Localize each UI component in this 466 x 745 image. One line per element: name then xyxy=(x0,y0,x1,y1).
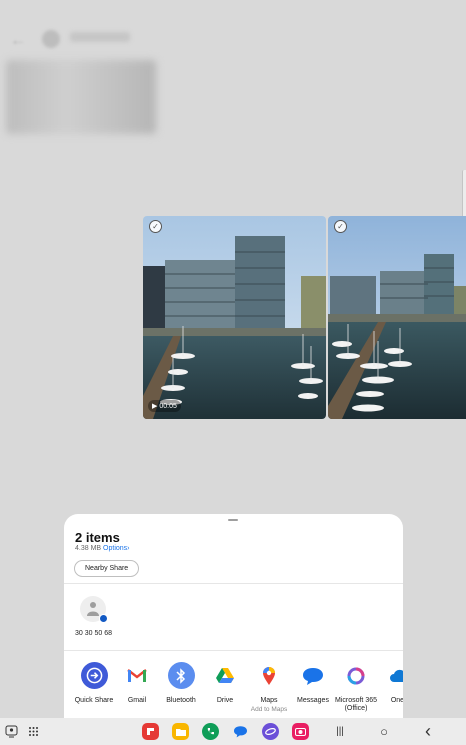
app-label: Messages xyxy=(297,697,329,704)
share-app-bluetooth[interactable]: Bluetooth xyxy=(159,662,203,705)
share-app-quick-share[interactable]: Quick Share xyxy=(72,662,116,705)
person-icon xyxy=(87,602,99,616)
selected-check-icon[interactable]: ✓ xyxy=(334,220,347,233)
app-label: OneD xyxy=(390,697,403,704)
share-app-maps[interactable]: Maps Add to Maps xyxy=(247,662,291,714)
chevron-right-icon: › xyxy=(127,545,130,552)
flipboard-icon[interactable] xyxy=(142,723,159,740)
share-sheet: 2 items 4.38 MB Options› Nearby Share 30… xyxy=(64,514,403,745)
selected-check-icon[interactable]: ✓ xyxy=(149,220,162,233)
app-label: Maps xyxy=(260,697,278,704)
video-duration: ▶ 00:05 xyxy=(148,400,181,412)
navigation-bar: ||| ○ ‹ xyxy=(0,718,466,745)
onedrive-icon xyxy=(386,662,403,689)
app-label: Bluetooth xyxy=(166,697,196,704)
harbor-photo xyxy=(143,216,326,419)
messages-icon[interactable] xyxy=(232,723,249,740)
blurred-content xyxy=(6,60,156,134)
blurred-title xyxy=(70,32,130,42)
bluetooth-icon xyxy=(167,662,195,689)
harbor-photo xyxy=(328,216,466,419)
share-app-drive[interactable]: Drive xyxy=(203,662,247,705)
nearby-share-button[interactable]: Nearby Share xyxy=(74,560,140,577)
divider xyxy=(64,650,403,651)
options-link[interactable]: Options› xyxy=(103,545,129,552)
divider xyxy=(64,583,403,584)
microsoft-365-icon xyxy=(342,662,370,689)
maps-icon xyxy=(255,662,283,689)
contact-name: 30 30 50 68 xyxy=(75,630,112,637)
back-arrow-icon: ← xyxy=(10,32,26,49)
app-label: Gmail xyxy=(127,697,147,704)
drive-icon xyxy=(211,662,239,689)
file-size: 4.38 MB xyxy=(75,545,102,552)
gmail-icon xyxy=(123,662,151,689)
phone-icon[interactable] xyxy=(202,723,219,740)
camera-icon[interactable] xyxy=(292,723,309,740)
back-button[interactable]: ‹ xyxy=(418,721,438,741)
share-app-messages[interactable]: Messages xyxy=(291,662,335,705)
share-app-row: Quick Share Gmail Bluetooth Drive Maps A… xyxy=(64,662,403,722)
home-button[interactable]: ○ xyxy=(374,722,394,740)
app-label: Microsoft 365 (Office) xyxy=(334,697,378,712)
avatar xyxy=(42,30,60,48)
app-sublabel: Add to Maps xyxy=(250,706,288,713)
share-size-line: 4.38 MB Options› xyxy=(75,545,130,552)
share-app-gmail[interactable]: Gmail xyxy=(115,662,159,705)
files-icon[interactable] xyxy=(172,723,189,740)
media-thumbnail-video[interactable]: ✓ ▶ 00:05 xyxy=(143,216,326,419)
messages-icon xyxy=(299,662,327,689)
share-app-onedrive[interactable]: OneD xyxy=(378,662,403,705)
app-label: Quick Share xyxy=(74,697,114,704)
play-icon: ▶ xyxy=(152,403,158,410)
quick-share-icon xyxy=(80,662,108,689)
messages-badge-icon xyxy=(99,614,108,623)
duration-text: 00:05 xyxy=(159,403,177,410)
contact-avatar xyxy=(80,596,108,623)
apps-grid-icon[interactable] xyxy=(26,722,40,740)
media-thumbnail-image[interactable]: ✓ xyxy=(328,216,466,419)
direct-share-contact[interactable] xyxy=(75,596,111,623)
internet-icon[interactable] xyxy=(262,723,279,740)
recents-button[interactable]: ||| xyxy=(330,722,350,740)
sheet-grabber[interactable] xyxy=(228,519,238,521)
assistant-icon[interactable] xyxy=(3,722,19,740)
share-app-microsoft-365[interactable]: Microsoft 365 (Office) xyxy=(334,662,378,713)
share-title: 2 items xyxy=(75,530,120,545)
app-label: Drive xyxy=(216,697,234,704)
